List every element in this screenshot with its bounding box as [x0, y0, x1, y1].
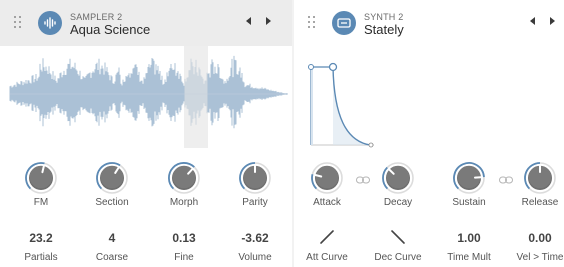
knob-decay[interactable] [381, 161, 415, 195]
knob-parity[interactable] [238, 161, 272, 195]
parameter-label: Fine [174, 252, 194, 263]
synth-header: SYNTH 2 Stately [294, 0, 564, 46]
knob-label: Parity [242, 197, 268, 208]
knob-fm[interactable] [24, 161, 58, 195]
knob-label: FM [33, 197, 49, 208]
link-icon[interactable] [499, 171, 513, 184]
next-preset-arrow-icon[interactable] [550, 17, 555, 25]
knob-section[interactable] [95, 161, 129, 195]
linear-curve-icon[interactable] [319, 229, 335, 245]
knob-sustain[interactable] [452, 161, 486, 195]
parameter-value[interactable]: -3.62 [220, 231, 290, 245]
synth-panel: SYNTH 2 Stately Attack Decay Sustain Rel… [294, 0, 564, 267]
previous-preset-arrow-icon[interactable] [530, 17, 535, 25]
synth-icon [332, 11, 356, 35]
waveform-icon [38, 11, 62, 35]
envelope-release-handle [368, 142, 374, 148]
preset-name[interactable]: Aqua Science [70, 22, 150, 37]
next-preset-arrow-icon[interactable] [266, 17, 271, 25]
previous-preset-arrow-icon[interactable] [246, 17, 251, 25]
knob-label: Morph [169, 197, 199, 208]
parameter-label: Dec Curve [374, 252, 422, 263]
parameter-value[interactable]: 0.13 [149, 231, 219, 245]
module-type-label: SYNTH 2 [364, 12, 404, 22]
envelope-attack-handle [308, 64, 314, 70]
parameter-label: Att Curve [306, 252, 348, 263]
parameter-label: Time Mult [447, 252, 491, 263]
envelope-display[interactable] [294, 46, 564, 148]
knob-release[interactable] [523, 161, 557, 195]
sampler-panel: SAMPLER 2 Aqua Science FM Section Morph … [0, 0, 292, 267]
knob-label: Release [521, 197, 559, 208]
parameter-value[interactable]: 23.2 [6, 231, 76, 245]
parameter-label: Volume [238, 252, 272, 263]
parameter-label: Coarse [95, 252, 129, 263]
preset-name[interactable]: Stately [364, 22, 404, 37]
link-icon[interactable] [356, 171, 370, 184]
knob-label: Decay [383, 197, 413, 208]
sampler-header: SAMPLER 2 Aqua Science [0, 0, 292, 46]
knob-attack[interactable] [310, 161, 344, 195]
parameter-value[interactable]: 0.00 [505, 231, 564, 245]
knob-label: Sustain [452, 197, 486, 208]
envelope-decay-handle [328, 62, 338, 72]
drag-handle-icon[interactable] [14, 16, 22, 30]
parameter-label: Partials [24, 252, 58, 263]
parameter-label: Vel > Time [516, 252, 564, 263]
parameter-value[interactable]: 1.00 [434, 231, 504, 245]
knob-label: Attack [313, 197, 341, 208]
drag-handle-icon[interactable] [308, 16, 316, 30]
envelope-decay-fill [333, 67, 370, 145]
module-type-label: SAMPLER 2 [70, 12, 123, 22]
knob-label: Section [95, 197, 129, 208]
sample-waveform-display[interactable] [0, 46, 292, 148]
parameter-value[interactable]: 4 [77, 231, 147, 245]
knob-morph[interactable] [167, 161, 201, 195]
linear-curve-icon[interactable] [390, 229, 406, 245]
